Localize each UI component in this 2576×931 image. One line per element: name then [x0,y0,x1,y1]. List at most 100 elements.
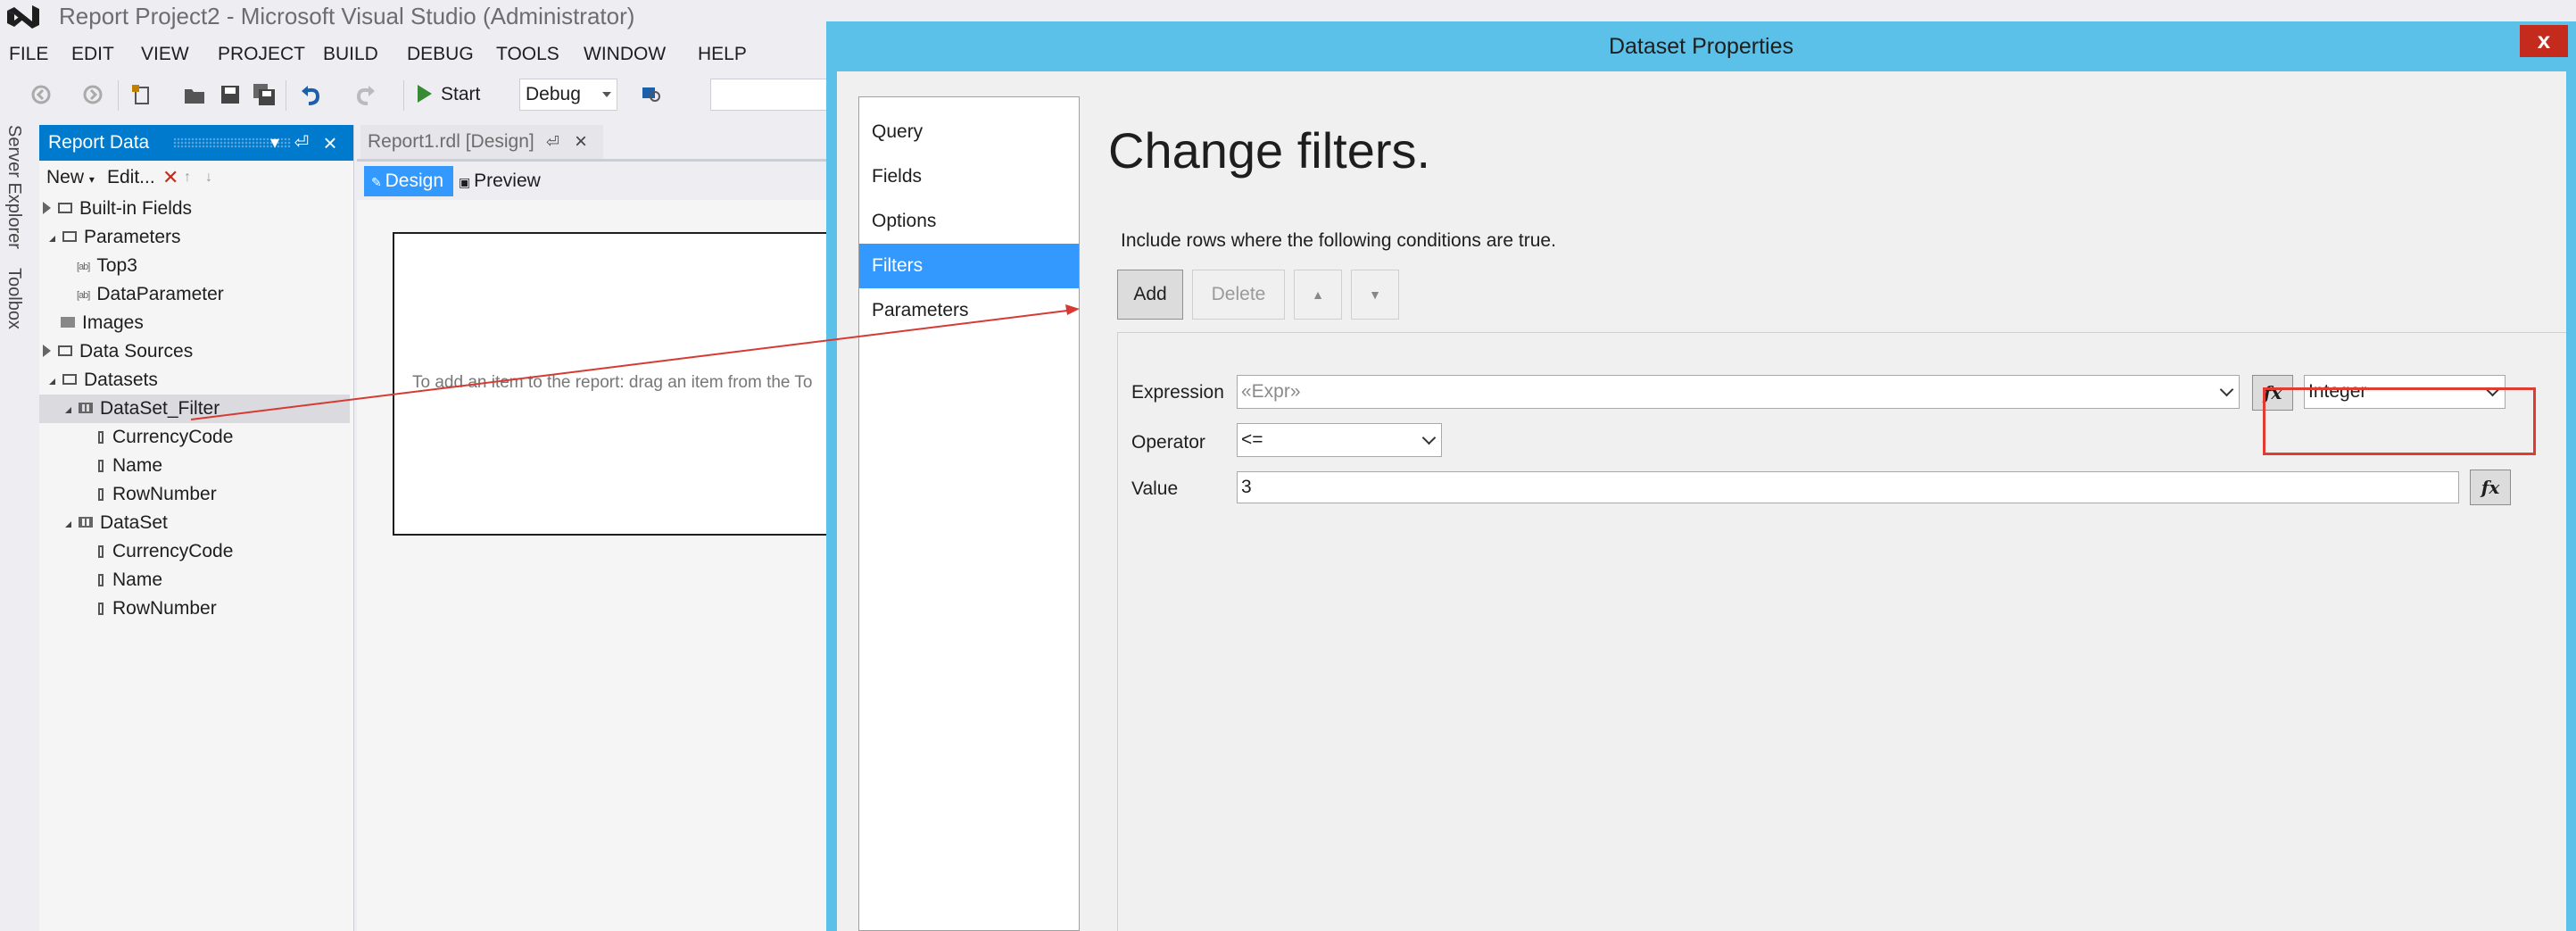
report-data-header: Report Data ▾ ⏎ × [39,125,353,161]
document-tab[interactable]: Report1.rdl [Design] [360,125,603,159]
expand-arrow-icon [43,202,51,214]
toolbox-tab[interactable]: Toolbox [4,268,24,329]
tree-item-field[interactable]: Name [98,566,162,594]
tree-item-label: Top3 [96,255,137,276]
close-tab-icon[interactable]: × [575,125,587,159]
tree-item-field[interactable]: Name [98,452,162,480]
tree-item-images[interactable]: Images [61,309,144,337]
parameter-icon: [ab] [77,290,90,301]
navigate-forward-icon[interactable] [80,82,105,107]
nav-item-parameters[interactable]: Parameters [859,288,1079,333]
server-explorer-tab[interactable]: Server Explorer [4,125,24,249]
page-description: Include rows where the following conditi… [1121,230,1556,251]
field-icon [98,574,104,586]
chevron-down-icon [2219,382,2234,397]
tree-item-label: Built-in Fields [79,198,193,219]
operator-value: <= [1241,429,1263,450]
menu-help[interactable]: HELP [698,39,747,70]
value-fx-button[interactable]: fx [2470,470,2511,505]
solution-configuration-select[interactable]: Debug [519,79,617,111]
menu-file[interactable]: FILE [9,39,48,70]
start-debugging-button[interactable]: Start [418,79,480,111]
value-input[interactable]: 3 [1237,471,2459,503]
tree-item-dataset[interactable]: DataSet [59,509,168,537]
tree-item-field[interactable]: RowNumber [98,480,217,509]
design-icon: ✎ [371,175,385,189]
report-hint-text: To add an item to the report: drag an it… [412,373,813,392]
tree-item-dataset-filter[interactable]: DataSet_Filter [39,395,350,423]
preview-tab[interactable]: ▣ Preview [459,166,541,196]
window-title: Report Project2 - Microsoft Visual Studi… [59,3,635,29]
menu-project[interactable]: PROJECT [218,39,305,70]
tree-item-label: Datasets [84,370,158,390]
tree-item-label: RowNumber [112,598,217,619]
move-down-icon[interactable]: ↓ [205,162,212,193]
find-combo[interactable] [710,79,835,111]
operator-combo[interactable]: <= [1237,423,1442,457]
dataset-icon [79,403,93,413]
nav-item-options[interactable]: Options [859,199,1079,244]
redo-icon[interactable] [353,82,378,107]
tree-item-param-top3[interactable]: [ab] Top3 [77,252,137,280]
tree-item-param-dataparameter[interactable]: [ab] DataParameter [77,280,224,309]
nav-item-fields[interactable]: Fields [859,154,1079,199]
move-up-icon: ▲ [1312,287,1324,302]
tree-item-field[interactable]: RowNumber [98,594,217,623]
tree-item-label: RowNumber [112,484,217,504]
save-all-icon[interactable] [252,82,277,107]
menu-debug[interactable]: DEBUG [407,39,474,70]
new-project-icon[interactable] [130,82,155,107]
undo-icon[interactable] [298,82,323,107]
folder-icon [62,374,77,385]
close-icon[interactable]: × [319,125,341,161]
annotation-highlight-box [2263,387,2536,455]
pin-icon[interactable]: ⏎ [291,125,312,161]
chevron-down-icon [602,92,611,97]
collapse-arrow-icon [43,236,55,242]
tree-item-field[interactable]: CurrencyCode [98,537,233,566]
menu-view[interactable]: VIEW [141,39,189,70]
tree-item-datasets[interactable]: Datasets [43,366,158,395]
collapse-arrow-icon [43,378,55,385]
title-bar: Report Project2 - Microsoft Visual Studi… [0,0,839,36]
field-icon [98,488,104,501]
tree-item-field[interactable]: CurrencyCode [98,423,233,452]
move-up-icon[interactable]: ↑ [184,162,191,193]
navigate-back-icon[interactable] [29,82,54,107]
folder-icon [58,203,72,213]
close-button[interactable]: x [2520,25,2568,57]
nav-item-query[interactable]: Query [859,110,1079,154]
menu-window[interactable]: WINDOW [584,39,666,70]
expression-label: Expression [1131,382,1224,403]
move-up-button[interactable]: ▲ [1294,270,1342,320]
menu-edit[interactable]: EDIT [71,39,114,70]
new-button[interactable]: New ▾ [46,162,95,195]
tree-item-builtin-fields[interactable]: Built-in Fields [43,195,192,223]
start-label: Start [441,84,481,104]
dialog-body: Query Fields Options Filters Parameters … [837,71,2566,931]
expression-combo[interactable]: «Expr» [1237,375,2240,409]
design-tab[interactable]: ✎ Design [364,166,453,196]
new-label: New [46,167,85,187]
images-icon [61,317,75,328]
menu-build[interactable]: BUILD [323,39,378,70]
dataset-icon [79,517,93,528]
tree-item-data-sources[interactable]: Data Sources [43,337,193,366]
move-down-button[interactable]: ▼ [1351,270,1399,320]
open-file-icon[interactable] [182,82,207,107]
configuration-value: Debug [526,84,581,104]
menu-tools[interactable]: TOOLS [496,39,559,70]
collapse-arrow-icon [59,521,71,528]
tree-item-parameters[interactable]: Parameters [43,223,181,252]
edit-button[interactable]: Edit... [107,162,155,193]
find-in-files-icon[interactable] [639,82,664,107]
pin-icon[interactable]: ⏎ [546,125,559,159]
delete-icon[interactable]: ✕ [162,162,178,193]
toolbar-separator [403,80,404,111]
delete-filter-button[interactable]: Delete [1192,270,1285,320]
add-filter-button[interactable]: Add [1117,270,1183,320]
save-icon[interactable] [218,82,243,107]
dropdown-icon[interactable]: ▾ [264,125,286,161]
report-data-title: Report Data [48,132,150,153]
nav-item-filters[interactable]: Filters [859,244,1079,288]
